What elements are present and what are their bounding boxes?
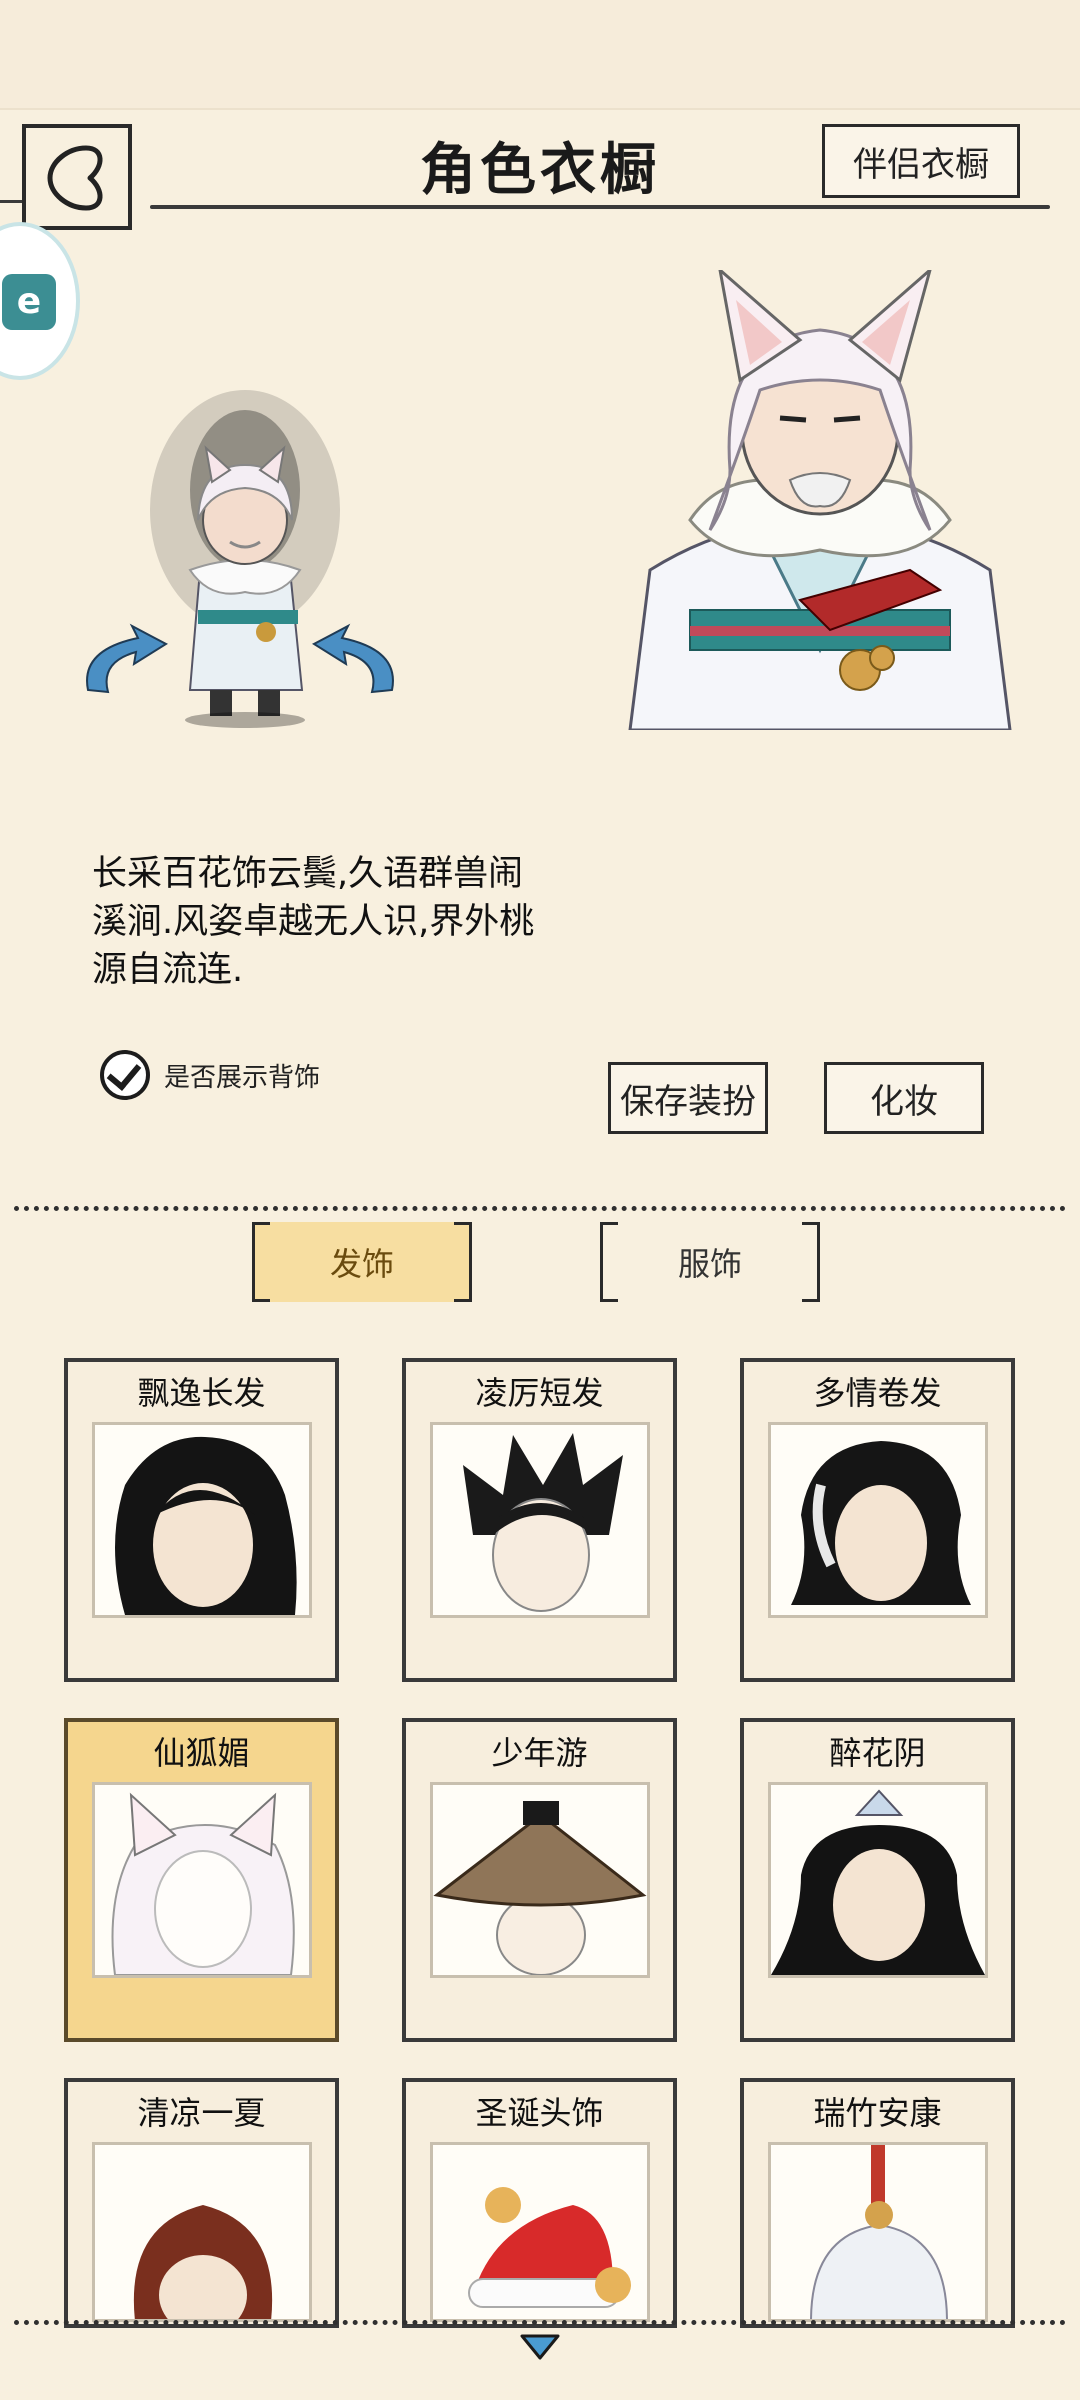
item-card-selected[interactable]: 仙狐媚 — [64, 1718, 339, 2042]
item-name: 凌厉短发 — [475, 1374, 604, 1412]
item-card[interactable]: 少年游 — [402, 1718, 677, 2042]
hair-ornament-icon — [768, 1782, 988, 1978]
item-name: 飘逸长发 — [137, 1374, 266, 1412]
rotate-right-icon — [311, 623, 394, 694]
item-card[interactable]: 清凉一夏 — [64, 2078, 339, 2328]
character-preview-sprite — [86, 390, 394, 728]
scroll-down-icon[interactable] — [518, 2332, 562, 2366]
brown-hair-icon — [92, 2142, 312, 2322]
makeup-button[interactable]: 化妆 — [824, 1062, 984, 1134]
character-portrait-art — [628, 265, 1012, 732]
bottom-divider — [14, 2320, 1066, 2325]
item-name: 圣诞头饰 — [475, 2094, 604, 2132]
item-name: 仙狐媚 — [153, 1734, 250, 1772]
side-floating-badge[interactable]: e — [0, 222, 80, 380]
tab-clothing[interactable]: 服饰 — [600, 1222, 820, 1302]
item-card[interactable]: 飘逸长发 — [64, 1358, 339, 1682]
status-bar-area — [0, 0, 1080, 110]
long-black-hair-icon — [92, 1422, 312, 1618]
item-card[interactable]: 多情卷发 — [740, 1358, 1015, 1682]
item-name: 多情卷发 — [813, 1374, 942, 1412]
show-back-accessory-toggle[interactable]: 是否展示背饰 — [100, 1050, 320, 1100]
straw-hat-icon — [430, 1782, 650, 1978]
rotate-left-icon — [86, 623, 169, 694]
show-back-accessory-label: 是否展示背饰 — [164, 1062, 321, 1093]
item-card[interactable]: 凌厉短发 — [402, 1358, 677, 1682]
item-name: 清凉一夏 — [137, 2094, 266, 2132]
partner-wardrobe-button[interactable]: 伴侣衣橱 — [822, 124, 1020, 198]
item-name: 少年游 — [491, 1734, 588, 1772]
character-portrait — [610, 265, 1030, 732]
fox-ear-white-hair-icon — [92, 1782, 312, 1978]
silver-hair-crown-icon — [768, 2142, 988, 2322]
character-description: 长采百花饰云鬓,久语群兽闹溪涧.风姿卓越无人识,界外桃源自流连. — [92, 854, 535, 990]
tab-hair-accessories[interactable]: 发饰 — [252, 1222, 472, 1302]
side-badge-icon: e — [2, 274, 56, 330]
santa-hat-icon — [430, 2142, 650, 2322]
character-preview-small[interactable] — [70, 370, 410, 750]
wavy-hair-icon — [768, 1422, 988, 1618]
item-name: 瑞竹安康 — [813, 2094, 942, 2132]
item-card[interactable]: 瑞竹安康 — [740, 2078, 1015, 2328]
save-outfit-button[interactable]: 保存装扮 — [608, 1062, 768, 1134]
spiky-short-hair-icon — [430, 1422, 650, 1618]
section-divider — [14, 1206, 1066, 1211]
item-card[interactable]: 醉花阴 — [740, 1718, 1015, 2042]
item-name: 醉花阴 — [829, 1734, 926, 1772]
item-card[interactable]: 圣诞头饰 — [402, 2078, 677, 2328]
checkbox-checked-icon[interactable] — [100, 1050, 150, 1100]
